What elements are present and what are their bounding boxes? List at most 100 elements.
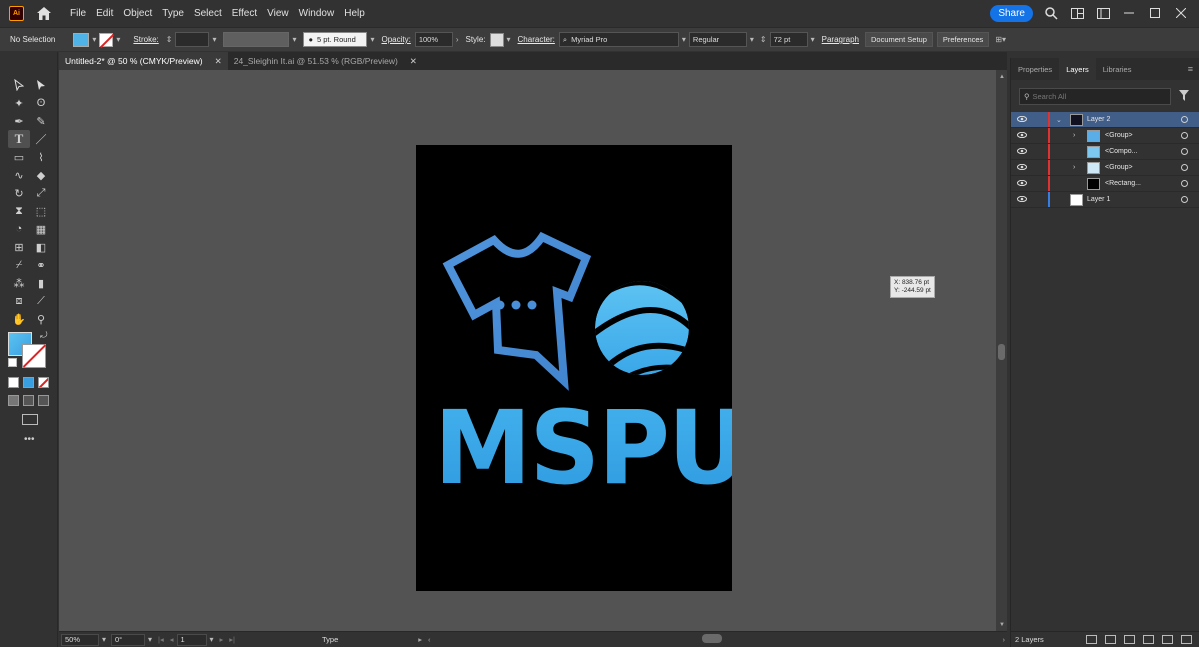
stroke-color-box[interactable] [22,344,46,368]
workspace-switcher-icon[interactable] [1095,5,1111,21]
selection-tool-icon[interactable] [8,76,30,94]
opacity-field[interactable]: 100% [414,32,453,47]
delete-layer-icon[interactable] [1181,635,1192,644]
direct-selection-tool-icon[interactable] [30,76,52,94]
layers-search-field[interactable]: ⚲ Search All [1019,88,1171,105]
magic-wand-tool-icon[interactable]: ✦ [8,94,30,112]
menu-effect[interactable]: Effect [232,8,257,19]
export-icon[interactable] [1086,635,1097,644]
opacity-arrow-icon[interactable]: › [456,35,459,44]
last-artboard-icon[interactable]: ▸| [229,635,235,644]
fill-dropdown-icon[interactable]: ▾ [92,35,96,44]
font-style-field[interactable]: Regular [688,32,747,47]
arrange-icon[interactable]: ⊞▾ [995,35,1006,44]
visibility-eye-icon[interactable] [1017,163,1027,172]
new-sublayer-icon[interactable] [1143,635,1154,644]
eraser-tool-icon[interactable]: ◆ [30,166,52,184]
tab-untitled-2[interactable]: Untitled-2* @ 50 % (CMYK/Preview) ✕ [59,52,228,70]
paragraph-label[interactable]: Paragraph [822,35,859,44]
tab-layers[interactable]: Layers [1059,58,1096,80]
fill-swatch[interactable] [73,32,90,47]
panel-menu-icon[interactable]: ≡ [1188,64,1193,74]
edit-toolbar-icon[interactable]: ••• [24,434,35,445]
home-icon[interactable] [36,5,52,21]
target-circle-icon[interactable] [1181,148,1188,155]
zoom-field[interactable]: 50% [61,633,99,646]
canvas-area[interactable]: MSPU X: 838.76 pt Y: -244.59 pt [59,70,996,632]
shaper-tool-icon[interactable]: ∿ [8,166,30,184]
stroke-weight-stepper-icon[interactable]: ⇕ [166,35,173,44]
menu-object[interactable]: Object [123,8,152,19]
tab-sleighin-it[interactable]: 24_Sleighin It.ai @ 51.53 % (RGB/Preview… [228,52,423,70]
layer-row-layer-2[interactable]: ⌄ Layer 2 [1011,112,1199,128]
arrange-documents-icon[interactable] [1069,5,1085,21]
font-size-field[interactable]: 72 pt [769,32,808,47]
slice-tool-icon[interactable]: ⟋ [30,292,52,310]
horizontal-scroll-thumb[interactable] [702,634,722,643]
menu-help[interactable]: Help [344,8,365,19]
menu-type[interactable]: Type [162,8,184,19]
zoom-dropdown-icon[interactable]: ▾ [102,635,106,644]
menu-window[interactable]: Window [299,8,335,19]
shape-builder-tool-icon[interactable]: ◔ [8,220,30,238]
vertical-scroll-thumb[interactable] [998,344,1005,360]
brush-dropdown-icon[interactable]: ▾ [370,35,374,44]
maximize-icon[interactable] [1147,5,1163,21]
draw-normal-icon[interactable] [8,395,19,406]
stroke-weight-dropdown-icon[interactable]: ▾ [212,35,216,44]
artboard-dropdown-icon[interactable]: ▾ [210,635,214,644]
font-style-dropdown-icon[interactable]: ▾ [750,35,754,44]
paintbrush-tool-icon[interactable]: ⌇ [30,148,52,166]
width-tool-icon[interactable]: ⧗ [8,202,30,220]
tab-properties[interactable]: Properties [1011,58,1059,80]
brush-definition-field[interactable]: ● 5 pt. Round [303,32,368,47]
visibility-eye-icon[interactable] [1017,131,1027,140]
menu-view[interactable]: View [267,8,289,19]
target-circle-icon[interactable] [1181,116,1188,123]
symbol-sprayer-tool-icon[interactable]: ⁂ [8,274,30,292]
layer-row-group[interactable]: › <Group> [1011,160,1199,176]
expand-chevron-icon[interactable]: › [1073,164,1075,171]
vertical-scrollbar[interactable]: ▲ ▼ [996,70,1007,632]
target-circle-icon[interactable] [1181,132,1188,139]
stroke-swatch[interactable] [99,32,114,47]
stroke-weight-field[interactable] [175,32,210,47]
scroll-right-icon[interactable]: › [1003,635,1006,644]
mesh-tool-icon[interactable]: ⊞ [8,238,30,256]
style-dropdown-icon[interactable]: ▾ [507,35,511,44]
target-circle-icon[interactable] [1181,164,1188,171]
character-label[interactable]: Character: [518,35,555,44]
new-layer-icon[interactable] [1162,635,1173,644]
visibility-eye-icon[interactable] [1017,115,1027,124]
font-size-stepper-icon[interactable]: ⇕ [760,35,767,44]
column-graph-tool-icon[interactable]: ▮ [30,274,52,292]
draw-inside-icon[interactable] [38,395,49,406]
artboard-tool-icon[interactable]: ⧈ [8,292,30,310]
opacity-label[interactable]: Opacity: [381,35,410,44]
layer-row-group[interactable]: › <Group> [1011,128,1199,144]
visibility-eye-icon[interactable] [1017,179,1027,188]
scroll-down-icon[interactable]: ▼ [999,622,1005,628]
eyedropper-tool-icon[interactable]: ⌿ [8,256,30,274]
scroll-left-icon[interactable]: ‹ [428,635,431,644]
curvature-tool-icon[interactable]: ✎ [30,112,52,130]
menu-select[interactable]: Select [194,8,222,19]
close-tab-icon[interactable]: ✕ [410,56,417,67]
close-tab-icon[interactable]: ✕ [215,56,222,67]
visibility-eye-icon[interactable] [1017,195,1027,204]
menu-edit[interactable]: Edit [96,8,113,19]
filter-icon[interactable] [1179,90,1189,103]
layer-row-layer-1[interactable]: Layer 1 [1011,192,1199,208]
scale-tool-icon[interactable]: ⤢ [30,184,52,202]
line-segment-tool-icon[interactable]: ／ [30,130,52,148]
layer-row-rectangle[interactable]: <Rectang... [1011,176,1199,192]
rotate-tool-icon[interactable]: ↻ [8,184,30,202]
gradient-tool-icon[interactable]: ◧ [30,238,52,256]
close-window-icon[interactable] [1173,5,1189,21]
search-icon[interactable] [1043,5,1059,21]
target-circle-icon[interactable] [1181,180,1188,187]
color-mode-icon[interactable] [8,377,19,388]
expand-chevron-icon[interactable]: › [1073,132,1075,139]
scroll-up-icon[interactable]: ▲ [999,74,1005,80]
preferences-button[interactable]: Preferences [936,32,990,47]
